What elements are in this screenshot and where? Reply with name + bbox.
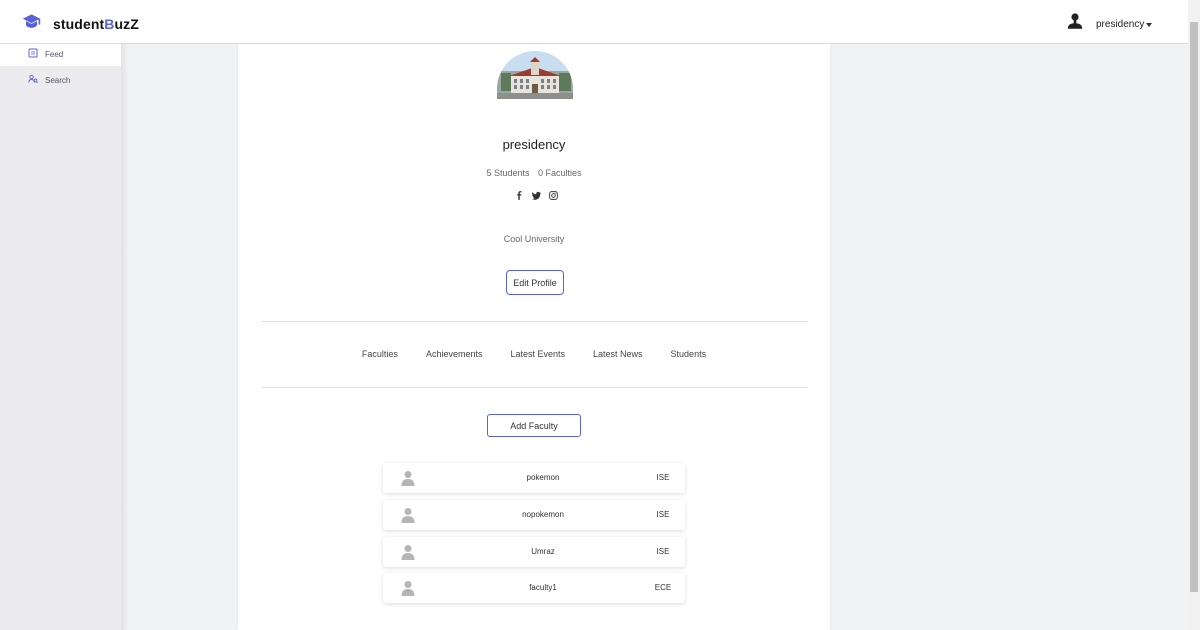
faculty-name: faculty1: [529, 583, 557, 592]
user-silhouette-icon: [1066, 12, 1084, 36]
social-links: [515, 191, 558, 200]
graduation-cap-icon: [22, 12, 41, 36]
university-photo: [497, 51, 573, 99]
profile-description: Cool University: [503, 234, 565, 244]
list-item[interactable]: nopokemon ISE: [383, 500, 685, 530]
faculty-dept: ISE: [656, 547, 670, 556]
instagram-icon[interactable]: [549, 191, 558, 200]
user-name: presidency: [1096, 18, 1145, 30]
faculty-dept: ISE: [656, 510, 670, 519]
edit-profile-button[interactable]: Edit Profile: [506, 270, 564, 295]
search-people-icon: [28, 74, 45, 86]
twitter-icon[interactable]: [532, 191, 541, 200]
brand-name: studentBuzZ: [53, 16, 139, 32]
faculty-name: pokemon: [526, 473, 560, 482]
facebook-icon[interactable]: [515, 191, 524, 200]
avatar-placeholder-icon: [400, 507, 416, 523]
tab-achievements[interactable]: Achievements: [426, 349, 483, 359]
divider: [261, 387, 808, 388]
chevron-down-icon: [1146, 22, 1153, 27]
feed-icon: [28, 48, 45, 60]
sidebar-item-search[interactable]: Search: [28, 74, 70, 86]
list-item[interactable]: faculty1 ECE: [383, 573, 685, 603]
profile-tabs: Faculties Achievements Latest Events Lat…: [238, 349, 830, 359]
profile-card: presidency 5 Students 0 Faculties Cool U…: [238, 44, 830, 630]
user-menu-dropdown[interactable]: presidency: [1066, 12, 1153, 36]
brand-logo[interactable]: studentBuzZ: [22, 12, 139, 36]
page-title: presidency: [502, 137, 566, 152]
faculties-count[interactable]: 0 Faculties: [538, 168, 582, 178]
avatar-placeholder-icon: [400, 580, 416, 596]
scrollbar-thumb[interactable]: [1190, 22, 1198, 592]
sidebar-item-label: Feed: [45, 49, 64, 59]
sidebar: Feed Search: [0, 44, 121, 630]
avatar-placeholder-icon: [400, 470, 416, 486]
top-navbar: studentBuzZ presidency: [0, 0, 1188, 44]
avatar-placeholder-icon: [400, 544, 416, 560]
faculty-dept: ECE: [654, 583, 672, 592]
page-scrollbar[interactable]: [1188, 0, 1200, 630]
students-count[interactable]: 5 Students: [486, 168, 529, 178]
sidebar-item-feed[interactable]: Feed: [28, 48, 63, 60]
sidebar-item-label: Search: [45, 75, 71, 85]
faculty-name: nopokemon: [522, 510, 564, 519]
list-item[interactable]: pokemon ISE: [383, 463, 685, 493]
list-item[interactable]: Umraz ISE: [383, 537, 685, 567]
tab-faculties[interactable]: Faculties: [362, 349, 398, 359]
divider: [261, 321, 808, 322]
tab-latest-events[interactable]: Latest Events: [510, 349, 565, 359]
faculty-name: Umraz: [531, 547, 555, 556]
faculty-dept: ISE: [656, 473, 670, 482]
profile-stats: 5 Students 0 Faculties: [238, 168, 830, 178]
tab-latest-news[interactable]: Latest News: [593, 349, 643, 359]
tab-students[interactable]: Students: [671, 349, 707, 359]
add-faculty-button[interactable]: Add Faculty: [487, 414, 581, 437]
